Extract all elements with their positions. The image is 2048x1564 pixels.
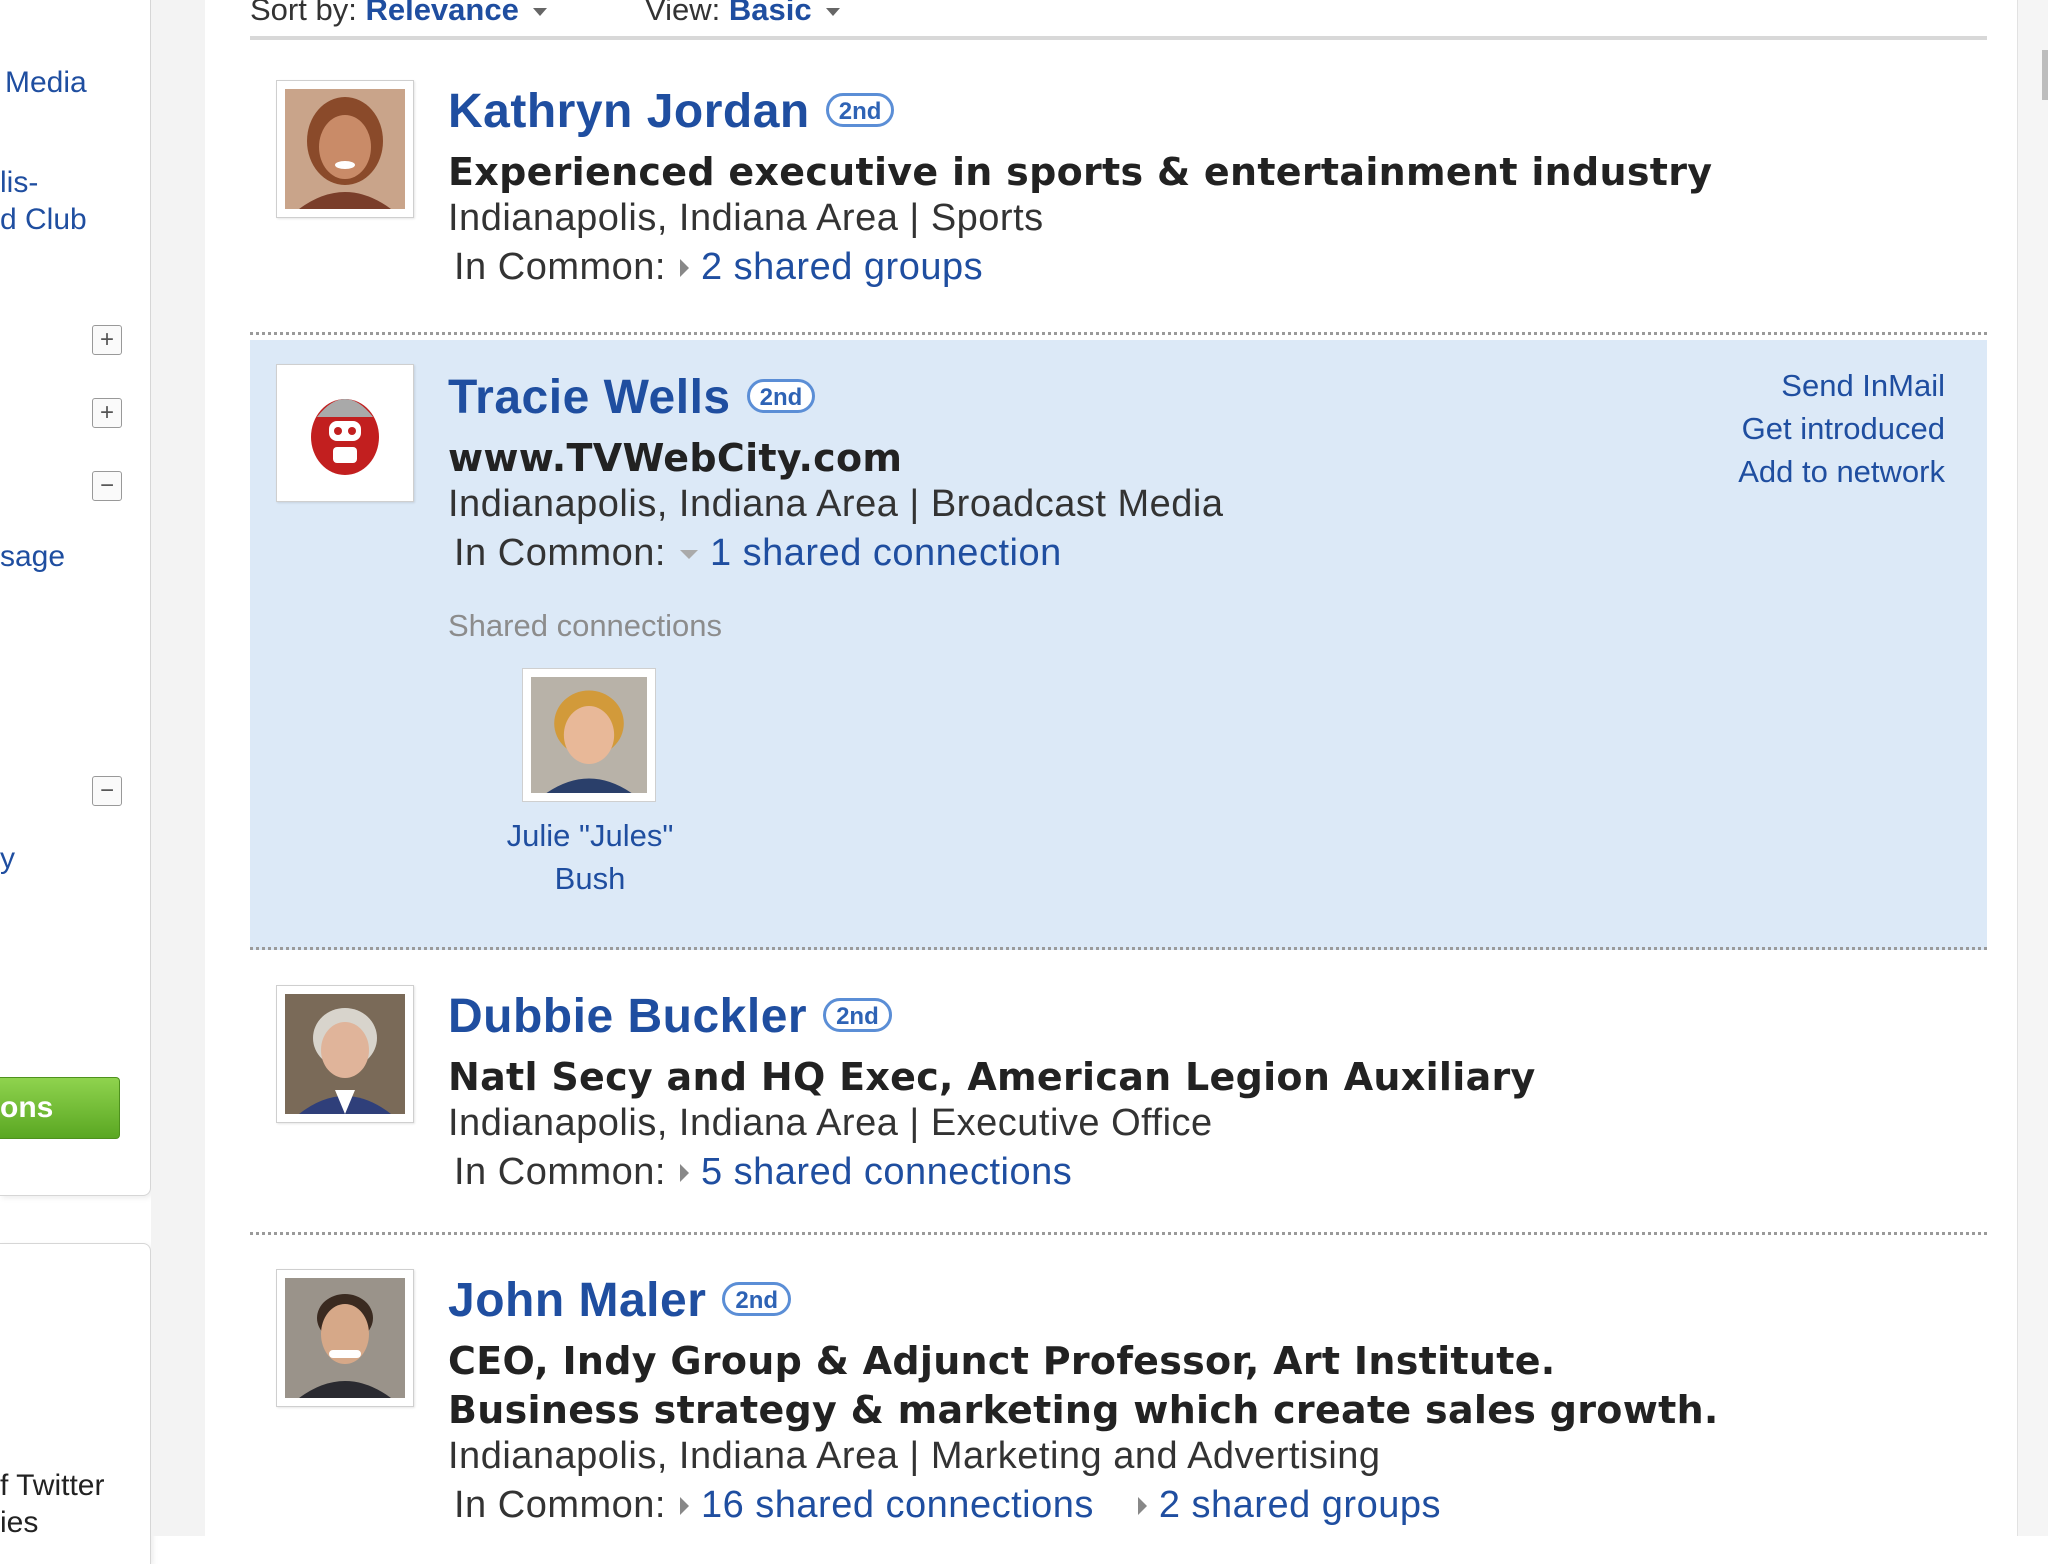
profile-photo[interactable] bbox=[276, 364, 414, 502]
in-common-label: In Common: bbox=[454, 246, 666, 288]
person-photo-icon bbox=[285, 1278, 405, 1398]
person-photo-icon bbox=[285, 89, 405, 209]
panel-text-twitter: f Twitter bbox=[0, 1469, 105, 1502]
sort-dropdown[interactable]: Sort by: Relevance bbox=[250, 0, 547, 28]
in-common-label: In Common: bbox=[454, 1484, 666, 1526]
profile-headline: Experienced executive in sports & entert… bbox=[448, 148, 1712, 197]
degree-badge: 2nd bbox=[746, 379, 816, 413]
profile-name[interactable]: Dubbie Buckler bbox=[448, 990, 807, 1043]
search-button[interactable]: ons bbox=[0, 1077, 120, 1139]
shared-connections-heading: Shared connections bbox=[448, 608, 723, 643]
left-secondary-panel: f Twitter ies bbox=[0, 1243, 151, 1564]
page-gutter bbox=[151, 0, 205, 1536]
in-common-row: In Common: 16 shared connections 2 shared … bbox=[454, 1484, 1441, 1527]
search-result: John Maler 2nd CEO, Indy Group & Adjunct … bbox=[250, 1240, 1987, 1536]
sort-value[interactable]: Relevance bbox=[365, 0, 518, 27]
view-dropdown[interactable]: View: Basic bbox=[645, 0, 840, 28]
expand-arrow-icon[interactable] bbox=[679, 259, 689, 277]
scrollbar-thumb[interactable] bbox=[2042, 50, 2048, 100]
profile-location-industry: Indianapolis, Indiana Area | Sports bbox=[448, 197, 1044, 239]
headline-line: CEO, Indy Group & Adjunct Professor, Art… bbox=[448, 1339, 1556, 1383]
chevron-down-icon[interactable] bbox=[825, 7, 840, 16]
expand-toggle-icon[interactable]: + bbox=[92, 325, 122, 355]
headline-line: Experienced executive in sports & entert… bbox=[448, 150, 1713, 194]
headline-line: Business strategy & marketing which crea… bbox=[448, 1388, 1719, 1432]
degree-badge: 2nd bbox=[825, 93, 895, 127]
results-toolbar: Sort by: Relevance View: Basic bbox=[250, 0, 1987, 40]
profile-name[interactable]: Tracie Wells bbox=[448, 371, 731, 424]
chevron-down-icon[interactable] bbox=[532, 7, 547, 16]
profile-name[interactable]: John Maler bbox=[448, 1274, 706, 1327]
degree-badge: 2nd bbox=[823, 998, 892, 1032]
profile-location-industry: Indianapolis, Indiana Area | Marketing a… bbox=[448, 1435, 1381, 1477]
profile-name[interactable]: Kathryn Jordan bbox=[448, 85, 810, 138]
in-common-row: In Common: 1 shared connection bbox=[454, 532, 1062, 575]
search-result: Dubbie Buckler 2nd Natl Secy and HQ Exec,… bbox=[250, 955, 1987, 1235]
degree-badge: 2nd bbox=[722, 1282, 792, 1316]
filter-option-message[interactable]: sage bbox=[0, 540, 65, 574]
profile-photo[interactable] bbox=[276, 1269, 414, 1407]
in-common-row: In Common: 2 shared groups bbox=[454, 246, 983, 289]
shared-connections-link[interactable]: 16 shared connections bbox=[701, 1484, 1094, 1526]
profile-headline: Natl Secy and HQ Exec, American Legion A… bbox=[448, 1053, 1536, 1102]
profile-location-industry: Indianapolis, Indiana Area | Broadcast M… bbox=[448, 483, 1224, 525]
get-introduced-link[interactable]: Get introduced bbox=[1738, 407, 1945, 450]
collapse-toggle-icon[interactable]: − bbox=[92, 471, 122, 501]
left-filter-panel: Media lis- d Club + + − sage − y ons bbox=[0, 0, 151, 1196]
panel-text-companies: ies bbox=[0, 1506, 39, 1539]
expand-toggle-icon[interactable]: + bbox=[92, 398, 122, 428]
filter-option-club[interactable]: d Club bbox=[0, 203, 87, 237]
shared-connection-name-line[interactable]: Julie "Jules" bbox=[480, 814, 700, 857]
expand-arrow-icon[interactable] bbox=[679, 1497, 689, 1515]
profile-photo[interactable] bbox=[276, 985, 414, 1123]
shared-connection-name[interactable]: Julie "Jules" Bush bbox=[480, 814, 700, 900]
profile-location-industry: Indianapolis, Indiana Area | Executive O… bbox=[448, 1102, 1213, 1144]
filter-option-media[interactable]: Media bbox=[5, 66, 87, 100]
profile-headline: CEO, Indy Group & Adjunct Professor, Art… bbox=[448, 1337, 1719, 1435]
in-common-row: In Common: 5 shared connections bbox=[454, 1151, 1072, 1194]
shared-connection-photo[interactable] bbox=[522, 668, 656, 802]
shared-groups-link[interactable]: 2 shared groups bbox=[701, 246, 983, 288]
in-common-label: In Common: bbox=[454, 1151, 666, 1193]
profile-headline: www.TVWebCity.com bbox=[448, 434, 902, 483]
filter-option-indianapolis[interactable]: lis- bbox=[0, 166, 38, 200]
profile-name-link[interactable]: Dubbie Buckler 2nd bbox=[448, 989, 892, 1044]
view-value[interactable]: Basic bbox=[729, 0, 812, 27]
expand-arrow-icon[interactable] bbox=[1137, 1497, 1147, 1515]
sort-label: Sort by: bbox=[250, 0, 357, 27]
search-result: Kathryn Jordan 2nd Experienced executive … bbox=[250, 50, 1987, 335]
in-common-label: In Common: bbox=[454, 532, 666, 574]
filter-option-truncated[interactable]: y bbox=[0, 842, 15, 876]
add-to-network-link[interactable]: Add to network bbox=[1738, 450, 1945, 493]
send-inmail-link[interactable]: Send InMail bbox=[1738, 364, 1945, 407]
result-actions: Send InMail Get introduced Add to networ… bbox=[1738, 364, 1945, 493]
expand-arrow-icon[interactable] bbox=[679, 1164, 689, 1182]
profile-name-link[interactable]: Kathryn Jordan 2nd bbox=[448, 84, 895, 139]
person-photo-icon bbox=[285, 994, 405, 1114]
collapse-toggle-icon[interactable]: − bbox=[92, 776, 122, 806]
headline-line: Natl Secy and HQ Exec, American Legion A… bbox=[448, 1055, 1536, 1099]
search-result-highlighted: Tracie Wells 2nd www.TVWebCity.com Indian… bbox=[250, 340, 1987, 950]
profile-name-link[interactable]: Tracie Wells 2nd bbox=[448, 370, 816, 425]
shared-connection-link[interactable]: 1 shared connection bbox=[710, 532, 1062, 574]
shared-connections-link[interactable]: 5 shared connections bbox=[701, 1151, 1072, 1193]
robot-logo-icon bbox=[285, 373, 405, 493]
person-photo-icon bbox=[531, 677, 647, 793]
shared-groups-link[interactable]: 2 shared groups bbox=[1159, 1484, 1441, 1526]
headline-line: www.TVWebCity.com bbox=[448, 436, 903, 480]
profile-name-link[interactable]: John Maler 2nd bbox=[448, 1273, 792, 1328]
view-label: View: bbox=[645, 0, 721, 27]
profile-photo[interactable] bbox=[276, 80, 414, 218]
collapse-arrow-icon[interactable] bbox=[679, 550, 698, 559]
right-column-edge bbox=[2017, 0, 2048, 1536]
shared-connection-name-line[interactable]: Bush bbox=[480, 857, 700, 900]
